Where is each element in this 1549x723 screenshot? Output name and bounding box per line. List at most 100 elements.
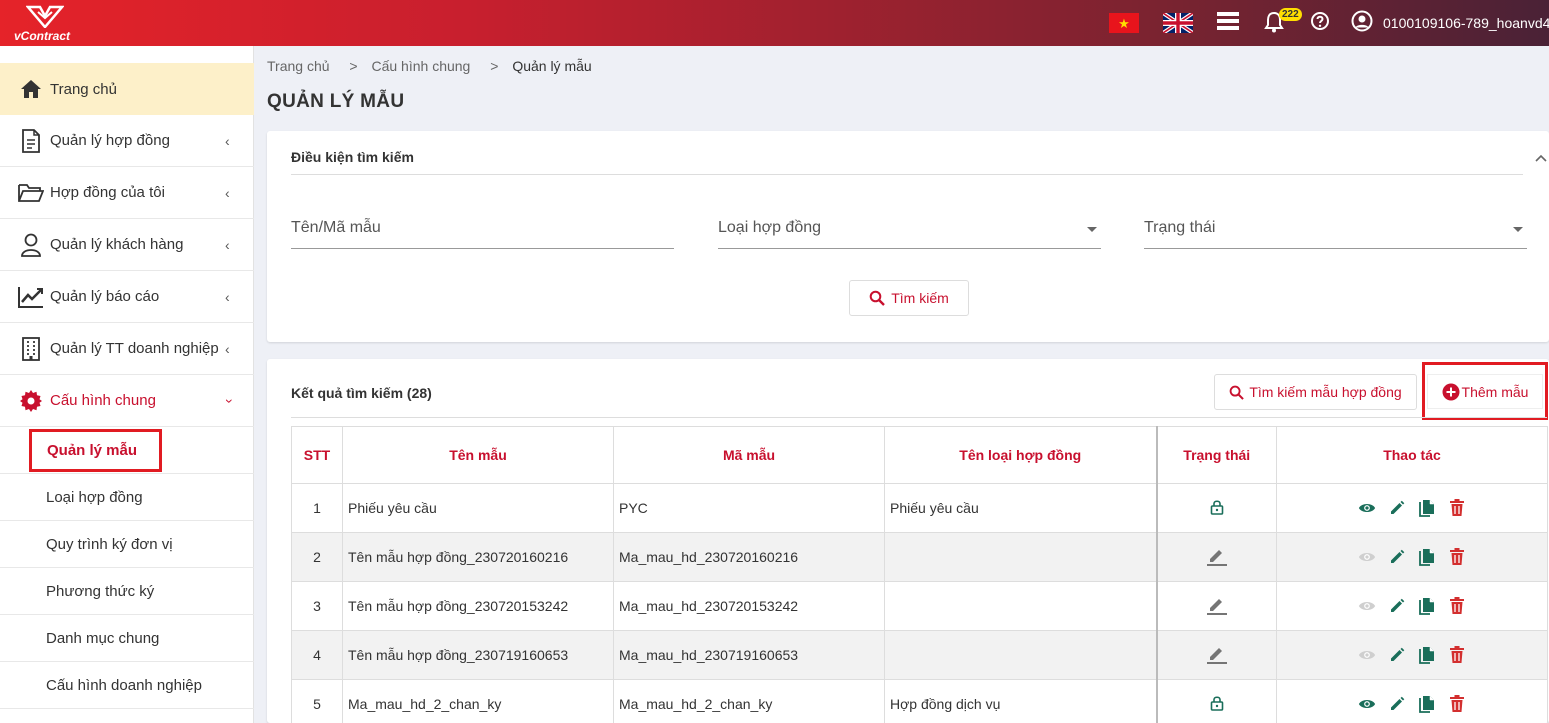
- notification-badge: 222: [1279, 8, 1302, 21]
- lock-icon: [1210, 695, 1224, 711]
- column-header-stt: STT: [291, 426, 343, 484]
- chevron-down-icon: ‹: [219, 398, 236, 403]
- edit-icon[interactable]: [1388, 548, 1406, 566]
- delete-icon[interactable]: [1448, 499, 1466, 517]
- sidebar-item-label: Quản lý báo cáo: [50, 288, 160, 305]
- dropdown-arrow-icon: [1087, 227, 1097, 232]
- sidebar-subitem-label: Cấu hình doanh nghiệp: [46, 677, 202, 694]
- cell-template-name: Tên mẫu hợp đồng_230720160216: [342, 532, 614, 582]
- draft-edit-icon: [1206, 546, 1228, 566]
- breadcrumb: Trang chủ > Cấu hình chung > Quản lý mẫu: [267, 58, 592, 74]
- copy-icon[interactable]: [1418, 499, 1436, 517]
- edit-icon[interactable]: [1388, 499, 1406, 517]
- sidebar-subitem-contract-types[interactable]: Loại hợp đồng: [0, 474, 254, 521]
- document-icon: [18, 128, 44, 154]
- sidebar-subitem-label: Loại hợp đồng: [46, 489, 143, 506]
- add-template-label: Thêm mẫu: [1461, 383, 1529, 400]
- draft-edit-icon: [1206, 644, 1228, 664]
- sidebar-item-label: Hợp đồng của tôi: [50, 184, 165, 201]
- copy-icon[interactable]: [1418, 597, 1436, 615]
- cell-actions: [1276, 581, 1548, 631]
- vcontract-logo[interactable]: vContract: [10, 4, 86, 43]
- cell-contract-type: [884, 630, 1157, 680]
- delete-icon[interactable]: [1448, 597, 1466, 615]
- delete-icon[interactable]: [1448, 695, 1466, 713]
- cell-contract-type: [884, 581, 1157, 631]
- breadcrumb-home[interactable]: Trang chủ: [267, 58, 330, 74]
- view-icon[interactable]: [1358, 646, 1376, 664]
- breadcrumb-separator: >: [349, 58, 358, 74]
- cell-contract-type: Phiếu yêu cầu: [884, 483, 1157, 533]
- sidebar-subitem-general-catalog[interactable]: Danh mục chung: [0, 615, 254, 662]
- view-icon[interactable]: [1358, 597, 1376, 615]
- vietnamese-flag-icon[interactable]: ★: [1109, 13, 1139, 33]
- chart-icon: [18, 284, 44, 310]
- sidebar-subitem-signing-process[interactable]: Quy trình ký đơn vị: [0, 521, 254, 568]
- copy-icon[interactable]: [1418, 646, 1436, 664]
- cell-stt: 5: [291, 679, 343, 723]
- sidebar-item-my-contracts[interactable]: Hợp đồng của tôi ‹: [0, 167, 254, 219]
- search-template-button[interactable]: Tìm kiếm mẫu hợp đồng: [1214, 374, 1417, 410]
- sidebar-item-label: Cấu hình chung: [50, 392, 156, 409]
- column-header-type: Tên loại hợp đồng: [884, 426, 1157, 484]
- results-panel: Kết quả tìm kiếm (28) Tìm kiếm mẫu hợp đ…: [267, 359, 1549, 723]
- template-name-input[interactable]: Tên/Mã mẫu: [291, 201, 674, 249]
- cell-template-code: Ma_mau_hd_230719160653: [613, 630, 885, 680]
- user-icon: [18, 232, 44, 258]
- chevron-left-icon: ‹: [225, 132, 230, 149]
- edit-icon[interactable]: [1388, 646, 1406, 664]
- help-icon[interactable]: [1310, 11, 1330, 34]
- cell-template-code: Ma_mau_hd_2_chan_ky: [613, 679, 885, 723]
- sidebar-item-reports[interactable]: Quản lý báo cáo ‹: [0, 271, 254, 323]
- results-title: Kết quả tìm kiếm (28): [291, 385, 432, 401]
- cell-contract-type: [884, 532, 1157, 582]
- cell-template-code: Ma_mau_hd_230720153242: [613, 581, 885, 631]
- edit-icon[interactable]: [1388, 695, 1406, 713]
- sidebar: Trang chủ Quản lý hợp đồng ‹ Hợp đồng củ…: [0, 46, 254, 723]
- user-avatar-icon[interactable]: [1351, 10, 1373, 35]
- sidebar-item-customers[interactable]: Quản lý khách hàng ‹: [0, 219, 254, 271]
- table-row: 3 Tên mẫu hợp đồng_230720153242 Ma_mau_hd_…: [291, 581, 1548, 631]
- sidebar-item-home[interactable]: Trang chủ: [0, 63, 254, 115]
- logo-mark-icon: [26, 5, 64, 28]
- cell-template-code: Ma_mau_hd_230720160216: [613, 532, 885, 582]
- sidebar-subitem-template-management[interactable]: Quản lý mẫu: [0, 427, 254, 474]
- copy-icon[interactable]: [1418, 695, 1436, 713]
- cell-actions: [1276, 483, 1548, 533]
- sidebar-subitem-label: Danh mục chung: [46, 630, 160, 647]
- sidebar-subitem-business-config[interactable]: Cấu hình doanh nghiệp: [0, 662, 254, 709]
- add-template-button[interactable]: Thêm mẫu: [1427, 374, 1543, 409]
- uk-flag-icon[interactable]: [1163, 13, 1193, 33]
- cell-actions: [1276, 679, 1548, 723]
- copy-icon[interactable]: [1418, 548, 1436, 566]
- edit-icon[interactable]: [1388, 597, 1406, 615]
- breadcrumb-parent[interactable]: Cấu hình chung: [371, 58, 470, 74]
- cell-status: [1155, 532, 1277, 582]
- chevron-up-icon[interactable]: [1535, 149, 1547, 165]
- cell-actions: [1276, 630, 1548, 680]
- building-icon: [18, 336, 44, 362]
- lock-icon: [1210, 499, 1224, 515]
- cell-status: [1155, 581, 1277, 631]
- top-bar: vContract ★ 222 0100109106-789_hoanvd4: [0, 0, 1549, 46]
- view-icon[interactable]: [1358, 499, 1376, 517]
- menu-list-icon[interactable]: [1217, 12, 1239, 33]
- search-button[interactable]: Tìm kiếm: [849, 280, 969, 316]
- sidebar-subitem-signing-methods[interactable]: Phương thức ký: [0, 568, 254, 615]
- contract-type-select[interactable]: Loại hợp đồng: [718, 201, 1101, 249]
- status-select[interactable]: Trạng thái: [1144, 201, 1527, 249]
- search-panel-title: Điều kiện tìm kiếm: [291, 149, 414, 165]
- table-header-row: STT Tên mẫu Mã mẫu Tên loại hợp đồng Trạ…: [291, 426, 1548, 484]
- delete-icon[interactable]: [1448, 548, 1466, 566]
- user-name[interactable]: 0100109106-789_hoanvd4: [1383, 15, 1549, 31]
- cell-status: [1155, 630, 1277, 680]
- view-icon[interactable]: [1358, 695, 1376, 713]
- dropdown-arrow-icon: [1513, 227, 1523, 232]
- view-icon[interactable]: [1358, 548, 1376, 566]
- sidebar-item-label: Quản lý khách hàng: [50, 236, 184, 253]
- sidebar-item-business-info[interactable]: Quản lý TT doanh nghiệp ‹: [0, 323, 254, 375]
- sidebar-item-contract-management[interactable]: Quản lý hợp đồng ‹: [0, 115, 254, 167]
- delete-icon[interactable]: [1448, 646, 1466, 664]
- column-header-name: Tên mẫu: [342, 426, 614, 484]
- sidebar-item-general-config[interactable]: Cấu hình chung ‹: [0, 375, 254, 427]
